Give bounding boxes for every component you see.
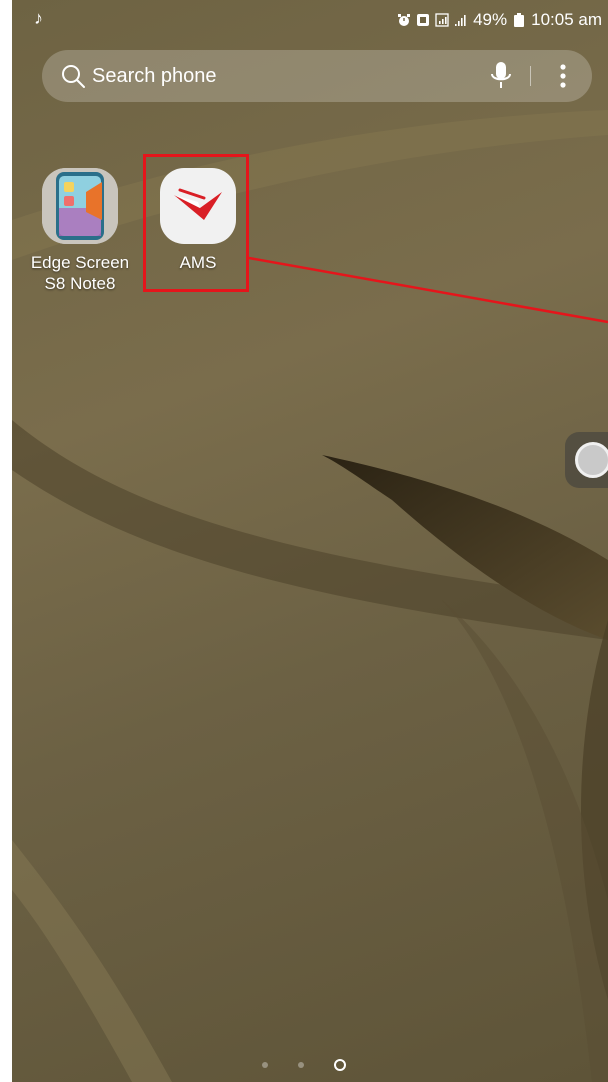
floating-handle-knob[interactable] xyxy=(575,442,608,478)
annotation-line xyxy=(248,256,608,324)
app-edge-screen[interactable]: Edge Screen S8 Note8 xyxy=(10,168,150,294)
search-icon xyxy=(62,65,85,88)
battery-icon xyxy=(514,13,525,27)
app-label-line1: Edge Screen xyxy=(30,253,130,272)
app-label-line2: S8 Note8 xyxy=(44,274,116,293)
music-icon: ♪ xyxy=(34,8,43,28)
page-dot-3-current[interactable] xyxy=(334,1059,346,1072)
signal-box-icon xyxy=(435,13,449,27)
signal-bars-icon xyxy=(455,15,466,26)
edge-screen-app-icon[interactable] xyxy=(42,168,118,244)
clock: 10:05 am xyxy=(531,10,602,29)
search-divider xyxy=(530,66,531,86)
status-bar: ♪ 49% 10:05 am xyxy=(0,0,608,40)
page-dot-1[interactable] xyxy=(262,1062,268,1069)
status-icons: 49% 10:05 am xyxy=(397,10,602,30)
page-dot-2[interactable] xyxy=(298,1062,304,1069)
search-placeholder[interactable]: Search phone xyxy=(92,63,217,89)
battery-percent: 49% xyxy=(473,10,508,29)
floating-handle[interactable] xyxy=(565,432,608,488)
nfc-icon xyxy=(417,14,430,26)
alarm-icon xyxy=(398,14,411,26)
edge-screen-icon-art xyxy=(42,168,118,244)
home-screen: ♪ 49% 10:05 am Search phone Edge Screen … xyxy=(0,0,608,1082)
mic-icon[interactable] xyxy=(490,61,512,91)
highlight-box xyxy=(143,154,249,292)
search-bar[interactable]: Search phone xyxy=(42,50,592,102)
more-vertical-icon[interactable] xyxy=(552,62,574,90)
page-indicator xyxy=(0,1056,608,1076)
